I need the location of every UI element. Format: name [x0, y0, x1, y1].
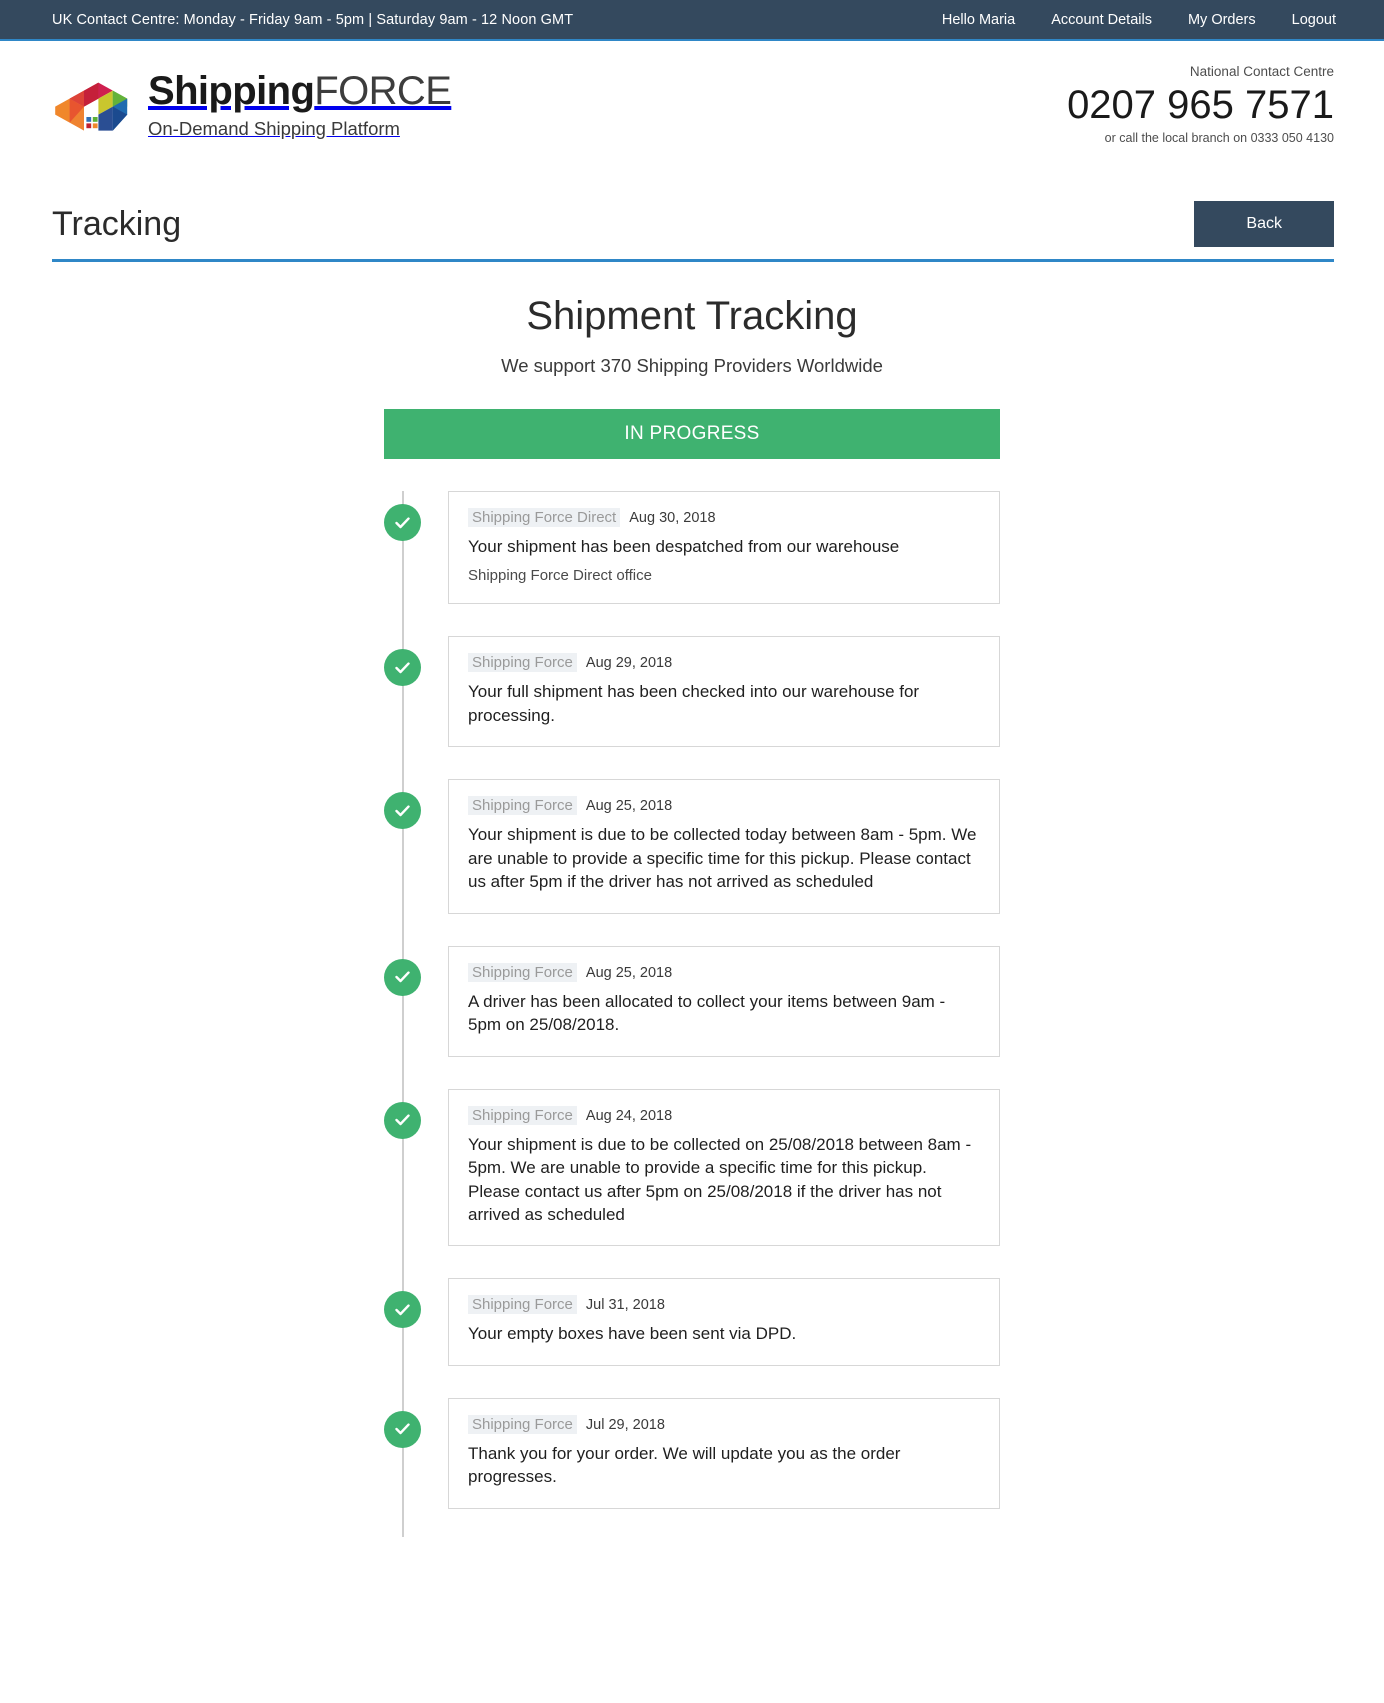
- tracking-heading: Shipment Tracking: [526, 294, 858, 338]
- shipping-force-logo-icon: [52, 73, 132, 137]
- brand-name: ShippingFORCE: [148, 68, 452, 113]
- timeline-event-date: Aug 24, 2018: [585, 1107, 673, 1124]
- timeline-event-source: Shipping Force: [468, 1105, 577, 1125]
- contact-local-branch: or call the local branch on 0333 050 413…: [1104, 130, 1334, 145]
- check-circle-icon: [384, 792, 421, 830]
- check-circle-icon: [384, 1291, 421, 1329]
- status-badge: IN PROGRESS: [384, 409, 1000, 459]
- check-circle-icon: [384, 504, 421, 541]
- timeline-event-text: Thank you for your order. We will update…: [468, 1443, 901, 1487]
- timeline-event-5: Shipping Force Aug 24, 2018 Your shipmen…: [384, 1088, 1000, 1247]
- contact-label: National Contact Centre: [1189, 64, 1334, 80]
- timeline-event-3: Shipping Force Aug 25, 2018 Your shipmen…: [384, 779, 1000, 914]
- check-circle-icon: [384, 1101, 421, 1139]
- timeline-event-date: Aug 25, 2018: [585, 798, 673, 815]
- timeline-event-6: Shipping Force Jul 31, 2018 Your empty b…: [384, 1278, 1000, 1366]
- timeline-event-date: Jul 31, 2018: [585, 1297, 665, 1314]
- timeline-event-date: Aug 30, 2018: [629, 510, 716, 526]
- check-circle-icon: [384, 958, 421, 996]
- tracking-section: Shipment Tracking We support 370 Shippin…: [0, 262, 1384, 1537]
- brand-wordmark: ShippingFORCE On-Demand Shipping Platfor…: [148, 68, 452, 139]
- timeline-event-1: Shipping Force Direct Aug 30, 2018 Your …: [384, 491, 1000, 605]
- timeline-event-card: Shipping Force Aug 25, 2018 Your shipmen…: [448, 779, 1000, 914]
- nav-hello-user[interactable]: Hello Maria: [942, 12, 1015, 28]
- timeline-event-text: A driver has been allocated to collect y…: [468, 991, 946, 1035]
- timeline-event-card: Shipping Force Aug 29, 2018 Your full sh…: [448, 636, 1000, 748]
- brand-name-bold: Shipping: [148, 68, 315, 113]
- page-header: Tracking Back: [52, 201, 1334, 262]
- brand-name-thin: FORCE: [314, 68, 452, 113]
- account-nav: Hello Maria Account Details My Orders Lo…: [942, 12, 1336, 28]
- timeline-event-date: Aug 25, 2018: [585, 964, 673, 981]
- timeline-event-card: Shipping Force Jul 31, 2018 Your empty b…: [448, 1278, 1000, 1366]
- check-circle-icon: [384, 1410, 421, 1448]
- timeline-event-date: Aug 29, 2018: [585, 655, 673, 672]
- timeline-event-source: Shipping Force: [468, 653, 577, 673]
- timeline-event-source: Shipping Force: [468, 1295, 577, 1315]
- brand-logo-link[interactable]: ShippingFORCE On-Demand Shipping Platfor…: [52, 68, 452, 139]
- page-title: Tracking: [52, 205, 182, 243]
- timeline-event-text: Your shipment is due to be collected tod…: [468, 825, 977, 892]
- nav-account-details[interactable]: Account Details: [1051, 12, 1152, 28]
- brand-tagline: On-Demand Shipping Platform: [148, 117, 400, 139]
- timeline-event-office: Shipping Force Direct office: [468, 567, 652, 585]
- timeline-event-card: Shipping Force Direct Aug 30, 2018 Your …: [448, 491, 1000, 605]
- timeline-event-card: Shipping Force Jul 29, 2018 Thank you fo…: [448, 1397, 1000, 1509]
- nav-my-orders[interactable]: My Orders: [1188, 12, 1256, 28]
- timeline-event-text: Your full shipment has been checked into…: [468, 682, 920, 725]
- timeline-event-date: Jul 29, 2018: [585, 1416, 665, 1433]
- top-utility-bar: UK Contact Centre: Monday - Friday 9am -…: [0, 0, 1384, 41]
- nav-logout[interactable]: Logout: [1292, 12, 1336, 28]
- check-circle-icon: [384, 649, 421, 687]
- timeline-event-meta: Shipping Force Aug 25, 2018: [468, 796, 980, 816]
- contact-hours-text: UK Contact Centre: Monday - Friday 9am -…: [52, 11, 574, 28]
- masthead: ShippingFORCE On-Demand Shipping Platfor…: [0, 41, 1384, 168]
- timeline-event-meta: Shipping Force Direct Aug 30, 2018: [468, 508, 980, 527]
- timeline-event-meta: Shipping Force Jul 29, 2018: [468, 1414, 980, 1434]
- timeline-event-text: Your empty boxes have been sent via DPD.: [468, 1324, 797, 1344]
- timeline-event-4: Shipping Force Aug 25, 2018 A driver has…: [384, 945, 1000, 1057]
- timeline-event-source: Shipping Force: [468, 1414, 577, 1434]
- back-button[interactable]: Back: [1194, 201, 1334, 247]
- tracking-timeline: Shipping Force Direct Aug 30, 2018 Your …: [384, 459, 1000, 1537]
- timeline-event-meta: Shipping Force Aug 25, 2018: [468, 962, 980, 982]
- tracking-subheading: We support 370 Shipping Providers Worldw…: [501, 355, 883, 376]
- contact-phone-number[interactable]: 0207 965 7571: [1067, 82, 1334, 128]
- timeline-event-text: Your shipment has been despatched from o…: [468, 537, 900, 556]
- timeline-event-meta: Shipping Force Aug 24, 2018: [468, 1105, 980, 1125]
- timeline-event-card: Shipping Force Aug 25, 2018 A driver has…: [448, 945, 1000, 1057]
- timeline-event-card: Shipping Force Aug 24, 2018 Your shipmen…: [448, 1088, 1000, 1247]
- timeline-event-source: Shipping Force: [468, 962, 577, 982]
- timeline-event-text: Your shipment is due to be collected on …: [468, 1134, 972, 1224]
- timeline-event-source: Shipping Force Direct: [468, 508, 621, 527]
- timeline-event-7: Shipping Force Jul 29, 2018 Thank you fo…: [384, 1397, 1000, 1509]
- timeline-event-meta: Shipping Force Jul 31, 2018: [468, 1295, 980, 1315]
- timeline-event-2: Shipping Force Aug 29, 2018 Your full sh…: [384, 636, 1000, 748]
- contact-block: National Contact Centre 0207 965 7571 or…: [1067, 64, 1334, 145]
- timeline-event-meta: Shipping Force Aug 29, 2018: [468, 653, 980, 673]
- timeline-event-source: Shipping Force: [468, 796, 577, 816]
